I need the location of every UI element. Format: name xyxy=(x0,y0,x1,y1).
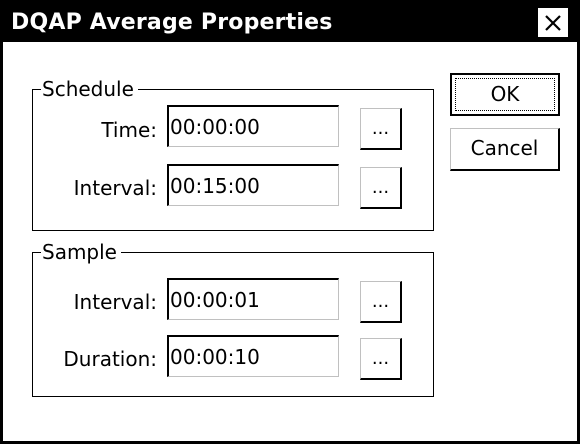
schedule-time-label: Time: xyxy=(101,118,157,142)
browse-label: ... xyxy=(371,348,390,369)
ok-button[interactable]: OK xyxy=(450,73,560,116)
focus-rectangle xyxy=(455,78,555,111)
close-icon xyxy=(545,15,561,31)
sample-duration-input[interactable] xyxy=(170,343,330,371)
schedule-interval-browse-button[interactable]: ... xyxy=(360,167,402,209)
schedule-time-field[interactable] xyxy=(167,105,339,147)
schedule-interval-input[interactable] xyxy=(170,172,330,200)
sample-interval-browse-button[interactable]: ... xyxy=(360,281,402,323)
schedule-legend: Schedule xyxy=(41,76,138,102)
sample-legend: Sample xyxy=(41,239,121,265)
cancel-button-label: Cancel xyxy=(470,136,539,160)
schedule-time-input[interactable] xyxy=(170,113,330,141)
browse-label: ... xyxy=(371,118,390,139)
sample-duration-label: Duration: xyxy=(63,347,157,371)
browse-label: ... xyxy=(371,177,390,198)
sample-interval-field[interactable] xyxy=(167,278,339,320)
schedule-interval-label: Interval: xyxy=(73,176,157,200)
schedule-time-browse-button[interactable]: ... xyxy=(360,108,402,150)
browse-label: ... xyxy=(371,291,390,312)
dqap-average-properties-dialog: DQAP Average Properties Schedule Time: .… xyxy=(0,0,580,444)
sample-duration-browse-button[interactable]: ... xyxy=(360,338,402,380)
title-bar: DQAP Average Properties xyxy=(3,3,577,42)
dialog-title: DQAP Average Properties xyxy=(11,10,333,35)
sample-interval-label: Interval: xyxy=(73,290,157,314)
schedule-interval-field[interactable] xyxy=(167,164,339,206)
close-button[interactable] xyxy=(537,7,569,38)
cancel-button[interactable]: Cancel xyxy=(450,128,560,171)
sample-duration-field[interactable] xyxy=(167,335,339,377)
sample-interval-input[interactable] xyxy=(170,286,330,314)
